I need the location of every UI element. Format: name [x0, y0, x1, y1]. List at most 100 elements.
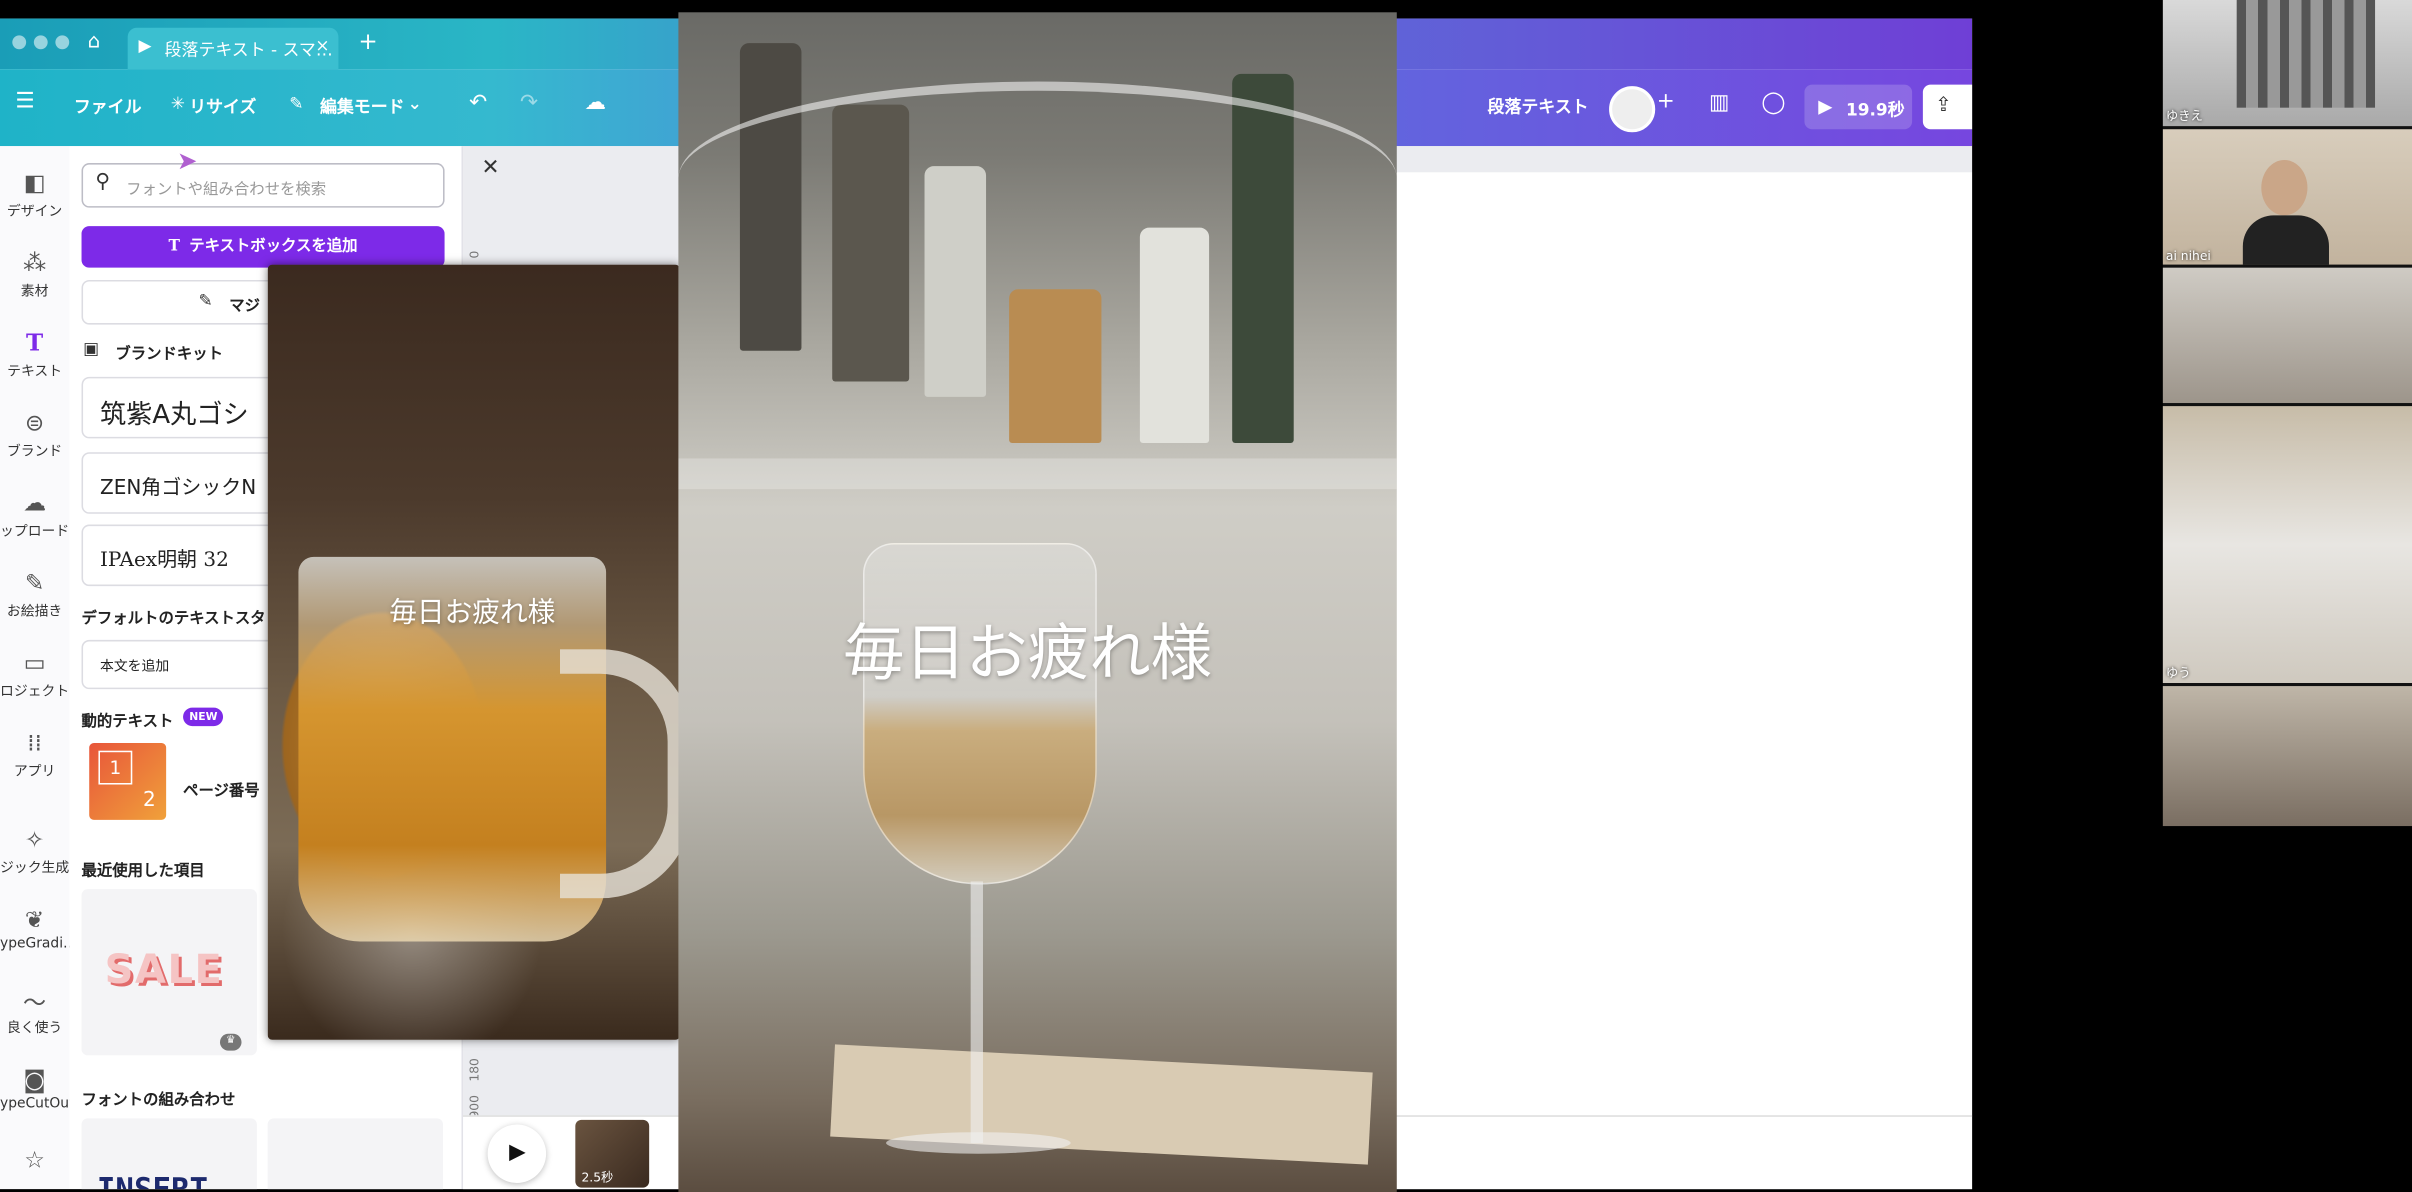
text-icon: T [26, 329, 44, 357]
new-tab-button[interactable]: + [358, 28, 377, 56]
typecutout-icon: ◙ [23, 1066, 46, 1094]
play-icon: ▶ [509, 1139, 526, 1165]
design-page[interactable] [1393, 172, 1973, 1117]
crown-icon: ♛ [219, 1033, 242, 1051]
wine-photo-overlay[interactable]: 毎日お疲れ様 [678, 12, 1397, 1192]
participant-tile[interactable]: ゆう [2162, 406, 2412, 684]
brand-icon: ⊜ [24, 409, 45, 437]
share-icon: ⇪ [1935, 93, 1952, 117]
search-input[interactable]: ⚲ フォントや組み合わせを検索 [81, 163, 445, 208]
rail-text[interactable]: T テキスト [0, 329, 69, 380]
rail-starred[interactable]: ☆ [0, 1146, 69, 1177]
edit-mode-dropdown[interactable]: 編集モード [320, 94, 405, 119]
window-maximize-dot[interactable] [55, 35, 70, 50]
rail-typecutout[interactable]: ◙ ypeCutOut [0, 1066, 74, 1112]
add-textbox-button[interactable]: T テキストボックスを追加 [81, 226, 445, 268]
mug-handle-shape [559, 649, 680, 899]
rail-projects[interactable]: ▭ ロジェクト [0, 649, 69, 700]
browser-tab[interactable]: ▶ 段落テキスト - スマ… × [127, 27, 339, 70]
participant-tile[interactable] [2162, 686, 2412, 827]
resize-icon[interactable]: ✳ [171, 94, 185, 114]
font-combo-2[interactable] [267, 1118, 444, 1190]
share-button[interactable]: ⇪ [1922, 84, 1973, 130]
participant-tile[interactable]: ゆきえ [2162, 0, 2412, 127]
default-styles-heading: デフォルトのテキストスタ [81, 610, 266, 628]
brand-kit-icon: ▣ [83, 338, 100, 359]
window-minimize-dot[interactable] [33, 35, 48, 50]
recent-heading: 最近使用した項目 [81, 862, 205, 880]
rail-design[interactable]: ◧ デザイン [0, 169, 69, 220]
arch-shape [678, 81, 1397, 276]
apps-icon: ⁞⁞ [27, 729, 42, 757]
mouse-cursor-icon: ➤ [176, 146, 198, 176]
shelf-shape [678, 458, 1397, 490]
wine-overlay-text: 毎日お疲れ様 [842, 618, 1213, 690]
video-call-strip: ゆきえ ai nihei ゆう [2162, 0, 2412, 827]
body-shape [2242, 215, 2329, 265]
recent-sale-item[interactable]: SALE ♛ [81, 889, 257, 1056]
typegradient-icon: ❦ [24, 906, 45, 934]
rail-uploads[interactable]: ☁ ップロード [0, 489, 69, 540]
ruler-0: 0 [467, 250, 482, 259]
wine-glass-shape [862, 543, 1097, 885]
canva-tab-icon: ▶ [138, 35, 152, 56]
timeline-clip[interactable]: 2.5秒 [575, 1119, 650, 1188]
avatar[interactable] [1609, 86, 1656, 133]
wine-glass-base [886, 1132, 1071, 1154]
chevron-down-icon[interactable]: ⌄ [408, 94, 422, 114]
comment-icon[interactable]: ◯ [1761, 91, 1785, 116]
home-icon[interactable]: ⌂ [88, 31, 101, 54]
font-combo-insert[interactable]: INSERT [81, 1118, 257, 1190]
menu-icon[interactable]: ☰ [15, 89, 34, 114]
resize-button[interactable]: リサイズ [189, 94, 256, 119]
ruler-180: 180 [467, 1058, 482, 1082]
layout-icon: ◧ [23, 169, 46, 197]
rail-favorites[interactable]: 〜良く使う [0, 986, 69, 1037]
rail-apps[interactable]: ⁞⁞ アプリ [0, 729, 69, 780]
upload-icon: ☁ [23, 489, 47, 517]
close-panel-icon[interactable]: ✕ [481, 155, 499, 180]
text-icon: T [168, 238, 181, 256]
tab-close-icon[interactable]: × [315, 35, 329, 55]
participant-tile[interactable]: ai nihei [2162, 129, 2412, 265]
page-number-label[interactable]: ページ番号 [183, 777, 260, 800]
document-title[interactable]: 段落テキスト [1488, 94, 1589, 119]
cloud-save-icon[interactable]: ☁ [585, 91, 607, 116]
curtain-shape [2236, 0, 2376, 108]
mug-overlay-text: 毎日お疲れ様 [389, 596, 556, 630]
dynamic-text-heading: 動的テキスト [81, 713, 174, 731]
rail-magic-media[interactable]: ✧ ジック生成 [0, 826, 69, 877]
window-close-dot[interactable] [12, 35, 27, 50]
add-collaborator-icon[interactable]: + [1657, 89, 1675, 114]
search-placeholder: フォントや組み合わせを検索 [126, 181, 327, 199]
left-rail: ◧ デザイン ⁂ 素材 T テキスト ⊜ ブランド ☁ ップロード ✎ お絵描き ▭ ロジェク… [0, 146, 77, 1190]
face-shape [2261, 159, 2308, 216]
present-duration: 19.9秒 [1845, 99, 1905, 120]
participant-tile[interactable] [2162, 267, 2412, 404]
redo-icon[interactable]: ↷ [520, 91, 538, 116]
present-button[interactable]: ▶ 19.9秒 [1804, 84, 1913, 130]
draw-icon: ✎ [24, 569, 45, 597]
play-button[interactable]: ▶ [487, 1124, 547, 1183]
brand-kit-heading: ブランドキット [115, 346, 224, 364]
undo-icon[interactable]: ↶ [469, 91, 487, 116]
page-number-thumb[interactable]: 1 2 [89, 742, 167, 820]
rail-brand[interactable]: ⊜ ブランド [0, 409, 69, 460]
search-icon: ⚲ [95, 170, 111, 194]
magic-media-icon: ✧ [24, 826, 45, 854]
rail-typegradient[interactable]: ❦ ypeGradi… [0, 906, 77, 952]
file-menu[interactable]: ファイル [74, 94, 142, 119]
bottle-shape [1009, 289, 1102, 444]
new-badge: NEW [183, 707, 224, 727]
rail-draw[interactable]: ✎ お絵描き [0, 569, 69, 620]
tab-title: 段落テキスト - スマ… [164, 39, 333, 60]
play-icon: ▶ [1818, 95, 1833, 117]
mug-photo-overlay[interactable]: 毎日お疲れ様 [267, 264, 680, 1040]
star-icon: ☆ [24, 1146, 45, 1174]
wine-glass-stem [970, 881, 983, 1143]
font-combos-heading: フォントの組み合わせ [81, 1092, 236, 1110]
rail-elements[interactable]: ⁂ 素材 [0, 249, 69, 300]
insights-icon[interactable]: ▥ [1709, 91, 1729, 116]
pencil-icon[interactable]: ✎ [289, 94, 303, 114]
line-icon: 〜 [23, 989, 47, 1017]
